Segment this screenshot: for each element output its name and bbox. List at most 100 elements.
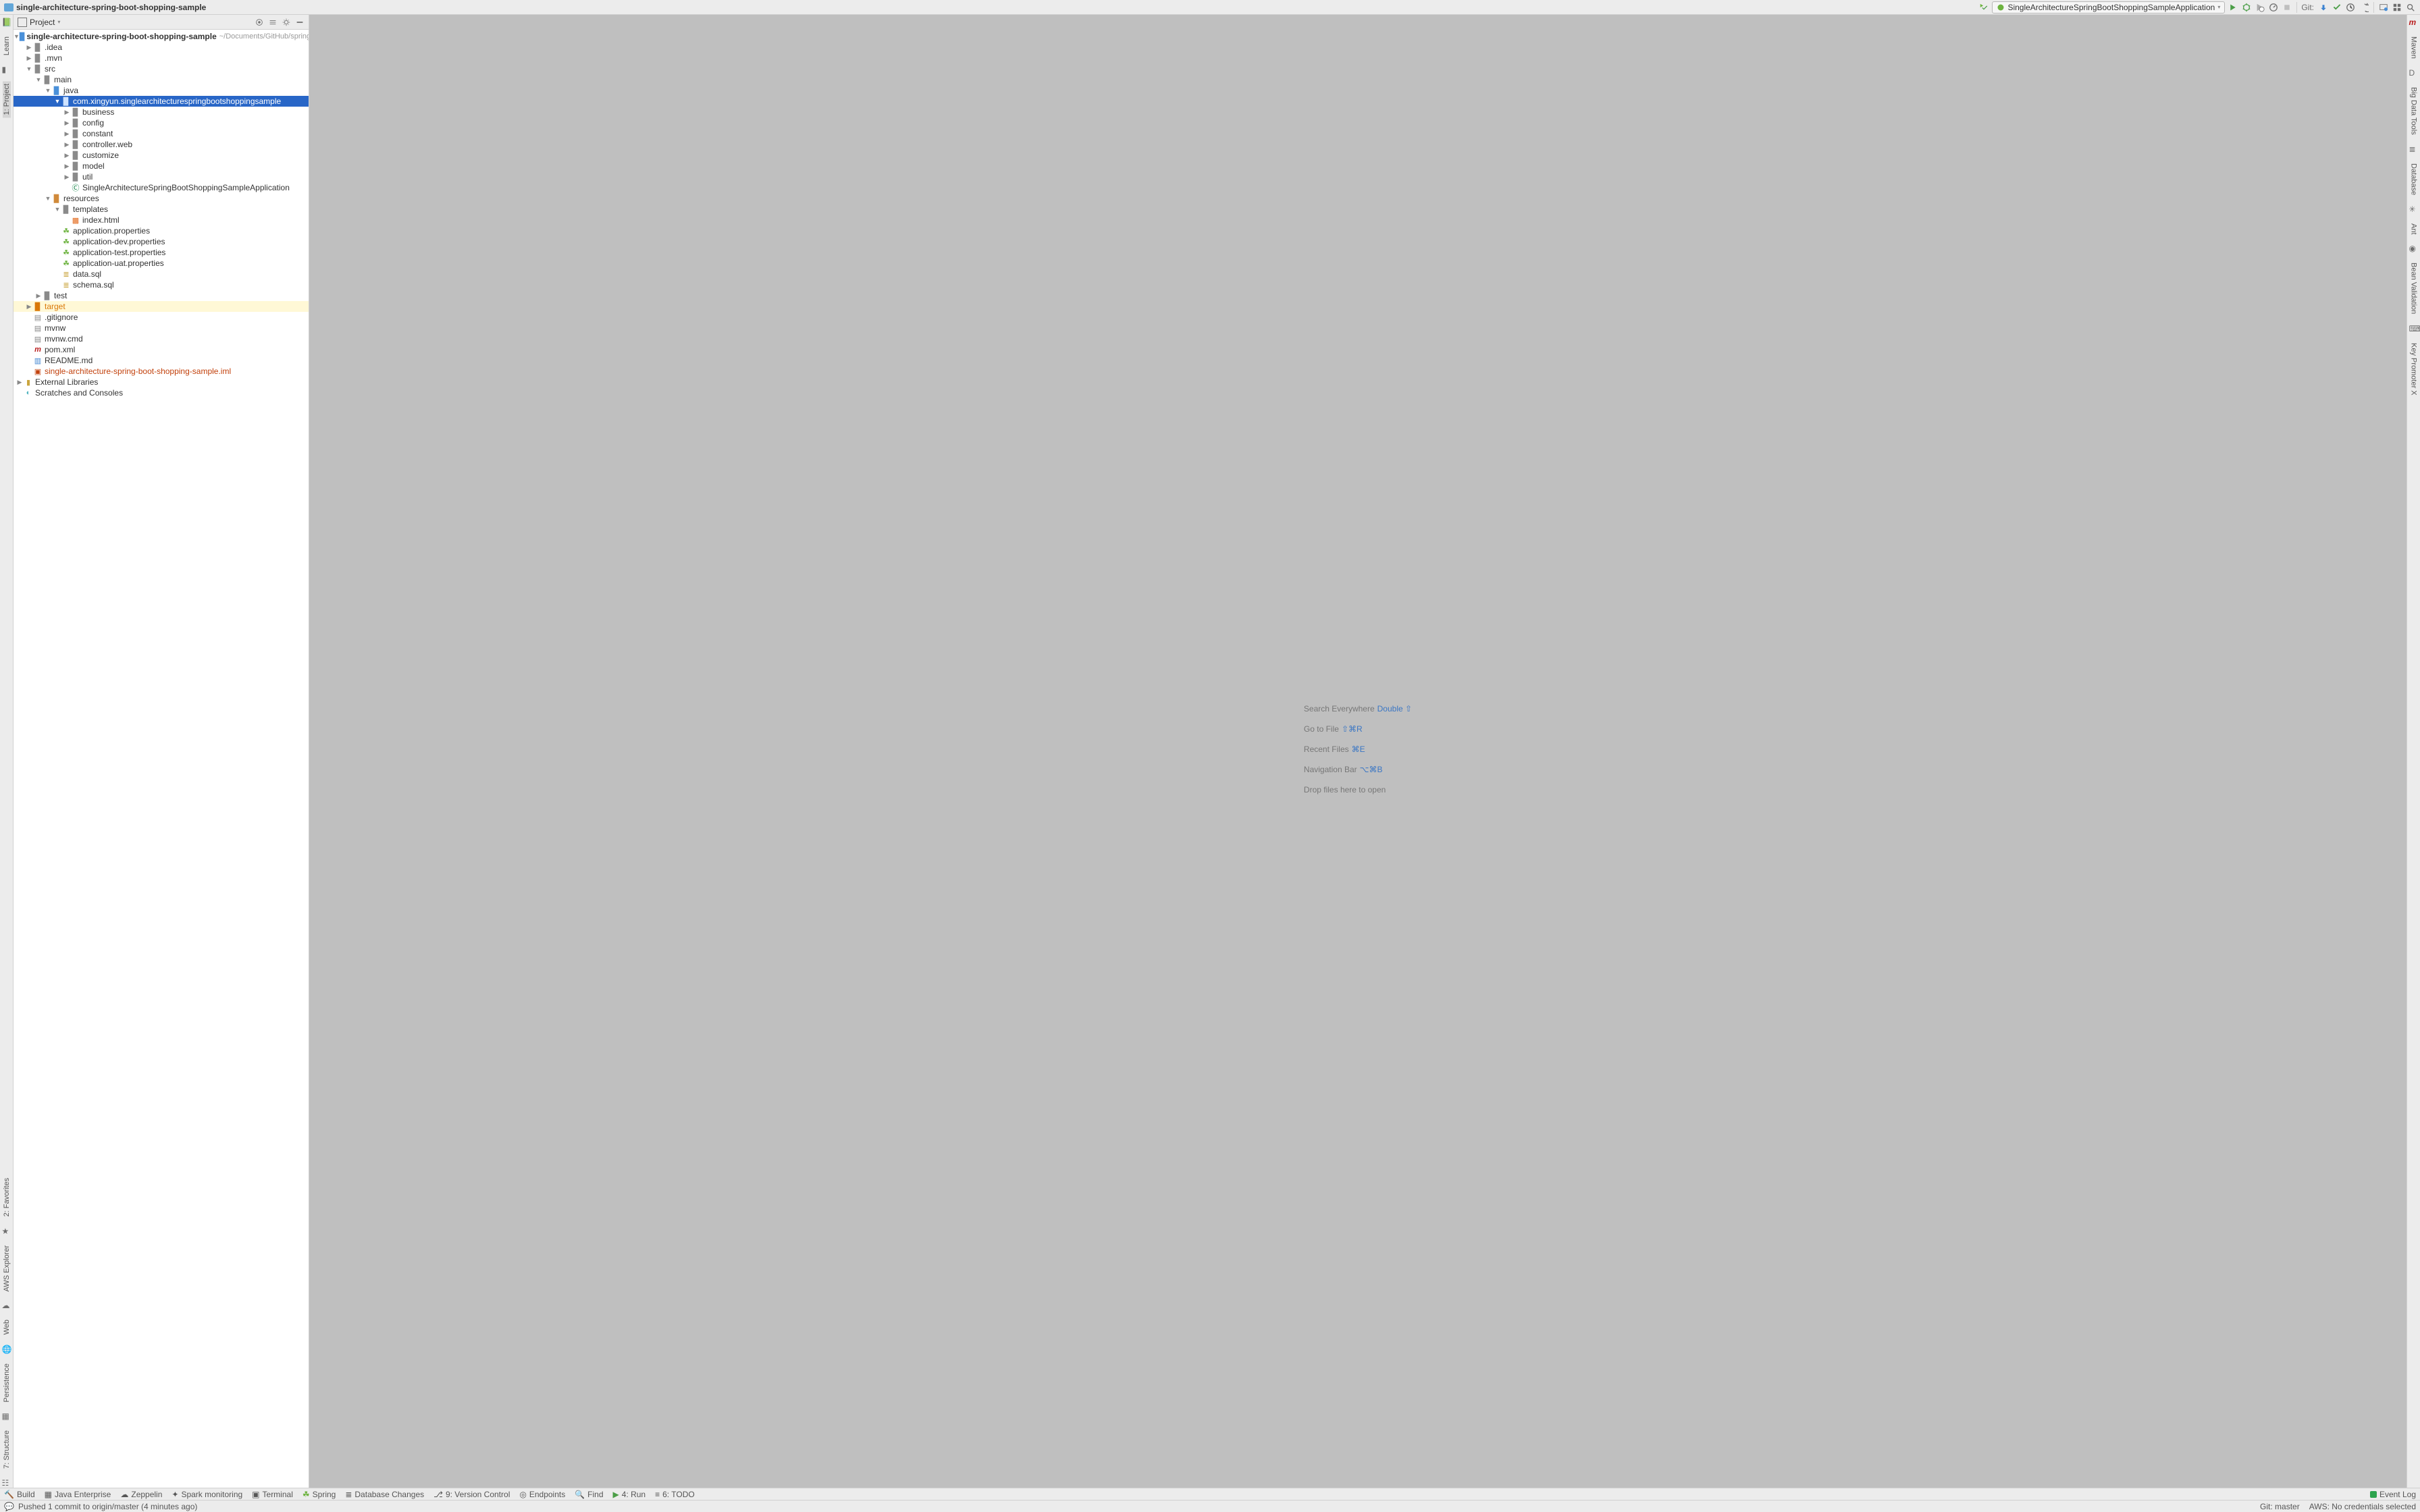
search-icon[interactable] (2405, 2, 2416, 13)
right-tab-bean-validation[interactable]: Bean Validation (2410, 260, 2418, 317)
left-tab-web[interactable]: Web (3, 1317, 11, 1337)
expand-all-icon[interactable] (268, 18, 278, 27)
right-tab-database[interactable]: Database (2410, 161, 2418, 198)
tree-node-main[interactable]: ▼▉main (14, 74, 309, 85)
project-title[interactable]: Project (30, 18, 55, 27)
left-tab-aws[interactable]: AWS Explorer (3, 1243, 11, 1295)
tree-node-index-html[interactable]: ▩index.html (14, 215, 309, 225)
bt-find[interactable]: 🔍Find (575, 1490, 603, 1499)
breadcrumb-project[interactable]: single-architecture-spring-boot-shopping… (16, 3, 206, 12)
select-opened-icon[interactable] (255, 18, 264, 27)
bt-db-changes[interactable]: ≣Database Changes (345, 1490, 424, 1499)
git-commit-icon[interactable] (2332, 2, 2342, 13)
status-notification-icon[interactable]: 💬 (4, 1502, 14, 1511)
tree-node-root[interactable]: ▼▉single-architecture-spring-boot-shoppi… (14, 31, 309, 42)
learn-icon[interactable]: 📗 (2, 18, 11, 27)
project-view-icon[interactable] (18, 18, 27, 27)
ant-icon[interactable]: ✳ (2409, 205, 2419, 214)
tree-node-idea[interactable]: ▶▉.idea (14, 42, 309, 53)
tree-node-model[interactable]: ▶▉model (14, 161, 309, 171)
status-aws[interactable]: AWS: No credentials selected (2309, 1502, 2416, 1511)
tree-node-resources[interactable]: ▼▉resources (14, 193, 309, 204)
left-tab-persistence[interactable]: Persistence (3, 1361, 11, 1405)
gear-icon[interactable] (282, 18, 291, 27)
web-icon[interactable]: 🌐 (2, 1345, 11, 1354)
tree-node-package-selected[interactable]: ▼▉com.xingyun.singlearchitecturespringbo… (14, 96, 309, 107)
history-icon[interactable] (2345, 2, 2356, 13)
tree-node-test[interactable]: ▶▉test (14, 290, 309, 301)
tree-node-app-uat-props[interactable]: ☘application-uat.properties (14, 258, 309, 269)
bt-terminal[interactable]: ▣Terminal (252, 1490, 293, 1499)
key-promoter-icon[interactable]: ⌨ (2409, 324, 2419, 333)
tree-node-src[interactable]: ▼▉src (14, 63, 309, 74)
tree-node-scratches[interactable]: ◐Scratches and Consoles (14, 387, 309, 398)
project-tab-icon[interactable]: ▮ (2, 65, 11, 74)
right-tab-key-promoter[interactable]: Key Promoter X (2410, 340, 2418, 398)
maven-icon[interactable]: m (2409, 18, 2419, 27)
status-git[interactable]: Git: master (2260, 1502, 2300, 1511)
left-tab-structure[interactable]: 7: Structure (3, 1428, 11, 1472)
tree-node-app-dev-props[interactable]: ☘application-dev.properties (14, 236, 309, 247)
chevron-down-icon[interactable]: ▾ (57, 19, 60, 25)
tree-node-app-props[interactable]: ☘application.properties (14, 225, 309, 236)
bt-java-enterprise[interactable]: ▦Java Enterprise (45, 1490, 111, 1499)
tree-node-readme[interactable]: ▥README.md (14, 355, 309, 366)
right-tab-maven[interactable]: Maven (2410, 34, 2418, 61)
tree-node-gitignore[interactable]: ▤.gitignore (14, 312, 309, 323)
git-update-icon[interactable] (2318, 2, 2329, 13)
persistence-icon[interactable]: ▦ (2, 1411, 11, 1421)
run-configuration-selector[interactable]: SingleArchitectureSpringBootShoppingSamp… (1992, 1, 2225, 14)
coverage-icon[interactable] (2255, 2, 2265, 13)
structure-icon[interactable]: ☷ (2, 1478, 11, 1488)
bt-vcs[interactable]: ⎇9: Version Control (433, 1490, 510, 1499)
aws-icon[interactable]: ☁ (2, 1301, 11, 1310)
bt-endpoints[interactable]: ◎Endpoints (519, 1490, 565, 1499)
left-tab-favorites[interactable]: 2: Favorites (3, 1175, 11, 1219)
tree-node-app-test-props[interactable]: ☘application-test.properties (14, 247, 309, 258)
editor-area[interactable]: Search EverywhereDouble ⇧ Go to File⇧⌘R … (309, 15, 2406, 1488)
run-icon[interactable] (2228, 2, 2238, 13)
tree-node-data-sql[interactable]: ≣data.sql (14, 269, 309, 279)
tree-node-mvnw-cmd[interactable]: ▤mvnw.cmd (14, 333, 309, 344)
tree-node-business[interactable]: ▶▉business (14, 107, 309, 117)
tree-node-config[interactable]: ▶▉config (14, 117, 309, 128)
code-with-me-icon[interactable] (2378, 2, 2389, 13)
tree-node-pom-xml[interactable]: mpom.xml (14, 344, 309, 355)
left-tab-project[interactable]: 1: Project (3, 81, 11, 117)
tree-node-schema-sql[interactable]: ≣schema.sql (14, 279, 309, 290)
stop-icon[interactable] (2282, 2, 2292, 13)
big-data-icon[interactable]: D (2409, 68, 2419, 78)
tree-node-app-class[interactable]: ⒸSingleArchitectureSpringBootShoppingSam… (14, 182, 309, 193)
debug-icon[interactable] (2241, 2, 2252, 13)
build-icon[interactable] (1978, 2, 1989, 13)
bt-spark[interactable]: ✦Spark monitoring (172, 1490, 242, 1499)
tree-node-java[interactable]: ▼▉java (14, 85, 309, 96)
tree-node-iml[interactable]: ▣single-architecture-spring-boot-shoppin… (14, 366, 309, 377)
right-tab-ant[interactable]: Ant (2410, 221, 2418, 238)
bt-run[interactable]: ▶4: Run (613, 1490, 646, 1499)
tree-node-constant[interactable]: ▶▉constant (14, 128, 309, 139)
tree-node-customize[interactable]: ▶▉customize (14, 150, 309, 161)
tree-node-util[interactable]: ▶▉util (14, 171, 309, 182)
project-tree[interactable]: ▼▉single-architecture-spring-boot-shoppi… (14, 30, 309, 1488)
database-icon[interactable]: ≣ (2409, 144, 2419, 154)
bt-spring[interactable]: ☘Spring (302, 1490, 336, 1499)
star-icon[interactable]: ★ (2, 1226, 11, 1236)
right-tab-big-data[interactable]: Big Data Tools (2410, 84, 2418, 138)
profiler-icon[interactable] (2268, 2, 2279, 13)
ide-settings-icon[interactable] (2392, 2, 2402, 13)
tree-node-controller-web[interactable]: ▶▉controller.web (14, 139, 309, 150)
hide-icon[interactable] (295, 18, 305, 27)
tree-node-mvn[interactable]: ▶▉.mvn (14, 53, 309, 63)
tree-node-external-libraries[interactable]: ▶▮External Libraries (14, 377, 309, 387)
revert-icon[interactable] (2359, 2, 2369, 13)
left-tab-learn[interactable]: Learn (3, 34, 11, 58)
tree-node-templates[interactable]: ▼▉templates (14, 204, 309, 215)
bt-build[interactable]: 🔨Build (4, 1490, 35, 1499)
bt-todo[interactable]: ≡6: TODO (655, 1490, 695, 1499)
tree-node-target[interactable]: ▶▉target (14, 301, 309, 312)
bt-zeppelin[interactable]: ☁Zeppelin (120, 1490, 162, 1499)
tree-node-mvnw[interactable]: ▤mvnw (14, 323, 309, 333)
bt-event-log[interactable]: Event Log (2370, 1490, 2416, 1499)
bean-validation-icon[interactable]: ◉ (2409, 244, 2419, 253)
